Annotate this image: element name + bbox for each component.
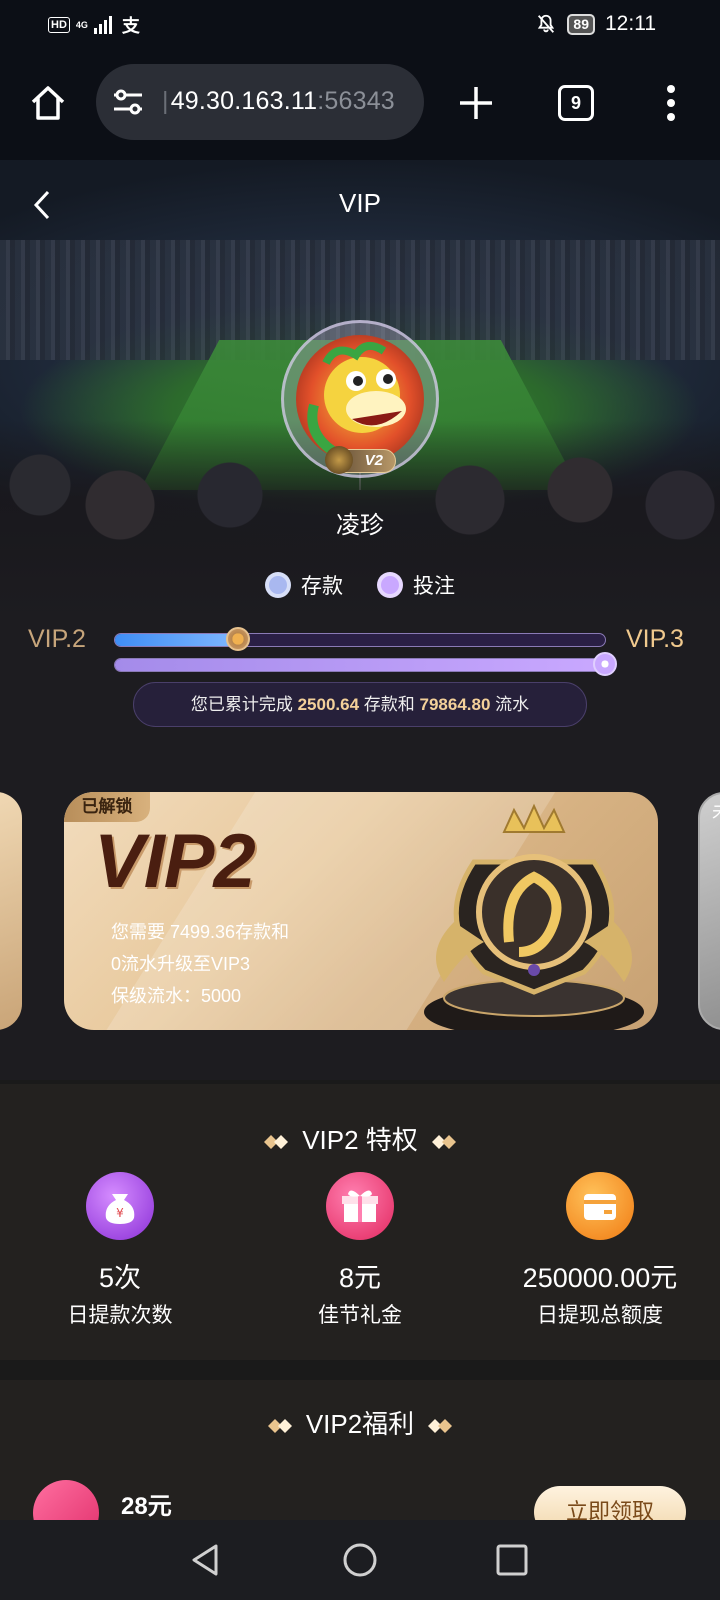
daily-limit-label: 日提现总额度 (537, 1304, 663, 1327)
hd-icon: HD (48, 17, 70, 33)
page-title: VIP (339, 188, 381, 218)
wallet-icon (566, 1172, 634, 1240)
progress-legend: 存款 投注 (0, 570, 720, 600)
benefit-amount: 28元 (121, 1493, 172, 1520)
holiday-gift-value: 8元 (338, 1263, 382, 1293)
turnover-total: 79864.80 (419, 695, 491, 714)
avatar[interactable]: V2 (281, 320, 439, 478)
bet-progress-fill (115, 659, 605, 671)
vip-hero: VIP V2 凌珍 存款 投注 (0, 160, 720, 620)
next-level-label: VIP.3 (626, 625, 684, 653)
status-left: HD 4G 支 (48, 12, 140, 38)
signal-icon (93, 16, 112, 34)
vip-progress: VIP.2 VIP.3 您已累计完成 2500.64 存款和 79864.80 … (0, 620, 720, 760)
vip-badge-text: V2 (364, 452, 383, 469)
vip2-card[interactable]: 已解锁 VIP2 您需要 7499.36存款和 0流水升级至VIP3 保级流水：… (64, 792, 658, 1030)
mute-bell-icon (538, 14, 555, 33)
vip-benefits: VIP2福利 28元 立即领取 (0, 1380, 720, 1546)
diamond-right-icon (431, 1135, 456, 1150)
diamond-left-icon (267, 1419, 292, 1434)
diamond-right-icon (428, 1419, 453, 1434)
tab-switcher-button[interactable]: 9 (558, 85, 594, 121)
summary-prefix: 您已累计完成 (190, 695, 293, 714)
privilege-daily-limit: 250000.00元 日提现总额度 (480, 1172, 720, 1329)
next-card-tag: 未 (712, 798, 720, 824)
holiday-gift-label: 佳节礼金 (318, 1304, 402, 1327)
nav-recents-icon[interactable] (492, 1540, 532, 1580)
benefits-title-text: VIP2福利 (305, 1409, 415, 1439)
deposit-total: 2500.64 (297, 695, 360, 714)
status-bar: HD 4G 支 89 12:11 (0, 0, 720, 50)
privileges-title: VIP2 特权 (0, 1120, 720, 1157)
dragon-avatar-icon (296, 335, 424, 463)
withdraw-count-value: 5次 (98, 1263, 142, 1293)
summary-suffix: 流水 (495, 695, 530, 714)
url-port: :56343 (317, 87, 395, 115)
card-line-1: 您需要 7499.36存款和 (111, 922, 290, 942)
vip-card-carousel[interactable]: 已解锁 VIP2 您需要 7499.36存款和 0流水升级至VIP3 保级流水：… (0, 760, 720, 1080)
withdraw-count-label: 日提款次数 (67, 1304, 173, 1327)
clock: 12:11 (605, 12, 656, 35)
deposit-dot-icon (265, 572, 291, 598)
network-type: 4G (75, 19, 88, 30)
privilege-withdraw-count: ¥ 5次 日提款次数 (0, 1172, 240, 1329)
browser-toolbar: |49.30.163.11:56343 9 (0, 50, 720, 160)
current-level-label: VIP.2 (28, 625, 86, 653)
legend-bet: 投注 (377, 570, 455, 600)
system-nav-bar (0, 1520, 720, 1600)
vip-privileges: VIP2 特权 ¥ 5次 日提款次数 8元 佳节礼金 250000.00元 日提… (0, 1084, 720, 1360)
status-right: 89 12:11 (535, 12, 656, 36)
more-menu-icon[interactable] (663, 83, 679, 123)
card-title: VIP2 (94, 819, 256, 904)
card-requirements: 您需要 7499.36存款和 0流水升级至VIP3 保级流水：5000 (111, 916, 289, 1012)
battery-icon: 89 (567, 13, 595, 35)
card-line-3: 保级流水：5000 (111, 986, 242, 1006)
benefits-title: VIP2福利 (0, 1404, 720, 1441)
card-line-2: 0流水升级至VIP3 (111, 954, 251, 974)
vip-level-badge: V2 (325, 446, 396, 474)
section-divider (0, 1360, 720, 1380)
gift-icon (326, 1172, 394, 1240)
url-text[interactable]: |49.30.163.11:56343 (162, 87, 395, 116)
deposit-progress-knob (225, 627, 250, 651)
legend-bet-label: 投注 (413, 575, 455, 598)
daily-limit-value: 250000.00元 (522, 1263, 678, 1293)
nav-home-icon[interactable] (340, 1540, 380, 1580)
bet-progress-bar (114, 652, 617, 676)
nav-back-icon[interactable] (186, 1540, 226, 1580)
username: 凌珍 (336, 512, 384, 539)
bet-dot-icon (377, 572, 403, 598)
address-bar[interactable]: |49.30.163.11:56343 (96, 64, 424, 140)
legend-deposit: 存款 (265, 570, 343, 600)
dragon-emblem-icon (424, 803, 644, 1030)
alipay-icon: 支 (121, 16, 140, 36)
progress-summary: 您已累计完成 2500.64 存款和 79864.80 流水 (133, 682, 587, 727)
new-tab-icon[interactable] (458, 85, 494, 121)
diamond-left-icon (264, 1135, 289, 1150)
bet-progress-knob (593, 652, 617, 676)
deposit-progress-bar (114, 627, 606, 651)
svg-text:¥: ¥ (116, 1206, 124, 1220)
badge-emblem-icon (325, 446, 353, 474)
money-bag-icon: ¥ (86, 1172, 154, 1240)
privileges-grid: ¥ 5次 日提款次数 8元 佳节礼金 250000.00元 日提现总额度 (0, 1172, 720, 1329)
url-host: 49.30.163.11 (170, 87, 318, 115)
privilege-holiday-gift: 8元 佳节礼金 (240, 1172, 480, 1329)
deposit-progress-fill (115, 634, 238, 646)
summary-middle: 存款和 (363, 695, 415, 714)
privileges-title-text: VIP2 特权 (302, 1125, 418, 1155)
home-icon[interactable] (28, 83, 68, 123)
legend-deposit-label: 存款 (301, 575, 343, 598)
site-settings-icon[interactable] (112, 88, 144, 116)
prev-vip-card[interactable] (0, 792, 22, 1030)
next-vip-card[interactable]: 未 (698, 792, 720, 1030)
